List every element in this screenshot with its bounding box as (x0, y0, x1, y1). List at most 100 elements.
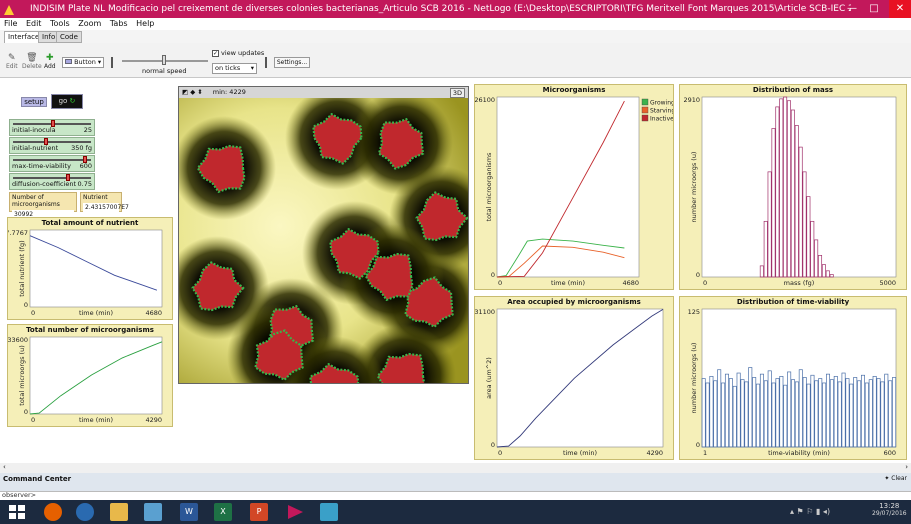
observer-prompt[interactable]: observer> (2, 491, 36, 499)
monitor-nutrient: Nutrient 2.43157007E7 (80, 192, 129, 212)
interface-toolbar: ✎ Edit 🗑 Delete ✚ Add Button ▾ normal speed… (0, 43, 911, 78)
command-input-row[interactable]: observer> (0, 491, 911, 500)
close-button[interactable]: ✕ (889, 0, 911, 18)
menu-tabs[interactable]: Tabs (110, 19, 128, 28)
slider-max-time-viability[interactable]: max-time-viability 600 (9, 155, 95, 172)
menu-edit[interactable]: Edit (26, 19, 42, 28)
settings-button[interactable]: Settings... (274, 57, 310, 68)
x-axis-label: time (min) (79, 309, 113, 317)
firefox-icon[interactable] (44, 503, 62, 521)
windows-start-icon[interactable] (8, 503, 26, 521)
view-updates-label: view updates (221, 49, 265, 57)
world-view[interactable]: ◩ ◆ ⬍ min: 4229 3D (178, 86, 469, 384)
legend-label: Starving (650, 108, 673, 115)
plot-area (29, 229, 163, 308)
maximize-button[interactable]: □ (863, 0, 885, 18)
plot-area (496, 308, 664, 448)
plot-distribution-time-viability: Distribution of time-viability 125 0 1 600 ti… (679, 296, 907, 460)
legend-swatch (641, 106, 649, 114)
update-mode-select[interactable]: on ticks ▾ (212, 63, 257, 74)
x-axis-label: mass (fg) (784, 279, 815, 287)
view-controls-icon[interactable]: ◩ ◆ ⬍ (182, 88, 203, 96)
y-min-label: 0 (491, 271, 495, 279)
x-max-label: 4290 (145, 416, 162, 424)
monitor-label: Number of microorganisms (12, 194, 60, 208)
tab-code[interactable]: Code (56, 31, 82, 43)
slider-initial-nutrient[interactable]: initial-nutrient 350 fg (9, 137, 95, 154)
world-canvas (179, 98, 468, 383)
x-max-label: 600 (884, 449, 896, 457)
menu-bar: File Edit Tools Zoom Tabs Help (0, 18, 911, 30)
horizontal-scrollbar[interactable]: ‹ › (0, 463, 911, 473)
word-icon[interactable]: W (180, 503, 198, 521)
plus-icon: ✚ (46, 53, 54, 63)
legend-swatch (641, 98, 649, 106)
plot-area-occupied: Area occupied by microorganisms 31100 0 0 42… (474, 296, 674, 460)
x-min-label: 0 (31, 309, 35, 317)
y-min-label: 0 (491, 441, 495, 449)
slider-track (13, 141, 91, 143)
toolbar-separator (265, 57, 267, 68)
y-axis-label: total nutrient (fg) (18, 240, 26, 296)
slider-track (13, 177, 91, 179)
file-explorer-icon[interactable] (110, 503, 128, 521)
speed-slider-handle[interactable] (162, 55, 166, 65)
clock[interactable]: 13:28 29/07/2016 (872, 502, 907, 517)
y-axis-label: total microorganisms (485, 152, 493, 221)
slider-label: diffusion-coefficient (12, 180, 77, 188)
toolbar-separator (111, 57, 113, 68)
y-max-label: 2910 (683, 96, 700, 104)
scroll-right-icon[interactable]: › (905, 463, 908, 471)
x-max-label: 4290 (646, 449, 663, 457)
x-min-label: 1 (703, 449, 707, 457)
speed-label: normal speed (142, 67, 187, 75)
plot-area (496, 96, 640, 278)
plot-canvas: 33600 00 4290 time (min) total microorgs (u) (8, 336, 163, 424)
media-icon[interactable] (286, 503, 304, 521)
powerpoint-icon[interactable]: P (250, 503, 268, 521)
x-axis-label: time (min) (563, 449, 597, 457)
plot-canvas: 7.7767 00 4680 time (min) total nutrient (fg… (8, 229, 163, 317)
browser-icon[interactable] (76, 503, 94, 521)
app-icon[interactable] (144, 503, 162, 521)
y-max-label: 33600 (8, 336, 28, 344)
view-updates-checkbox[interactable]: ✓ (212, 50, 219, 57)
menu-help[interactable]: Help (136, 19, 154, 28)
x-max-label: 4680 (145, 309, 162, 317)
minimize-button[interactable]: — (841, 0, 863, 18)
y-max-label: 26100 (475, 96, 495, 104)
menu-file[interactable]: File (4, 19, 17, 28)
menu-zoom[interactable]: Zoom (78, 19, 101, 28)
command-center-title: Command Center (3, 475, 72, 483)
windows-taskbar: W X P ▴ ⚑ ⚐ ▮ ◂) 13:28 29/07/2016 (0, 500, 911, 524)
legend-label: Inactive (650, 116, 673, 123)
plot-total-nutrient: Total amount of nutrient7.7767004680time… (7, 217, 173, 320)
slider-initial-inocula[interactable]: initial-inocula 25 (9, 119, 95, 136)
setup-button[interactable]: setup (21, 97, 47, 107)
y-max-label: 31100 (475, 308, 495, 316)
x-min-label: 0 (703, 279, 707, 287)
excel-icon[interactable]: X (214, 503, 232, 521)
plot-canvas: 2910 00 5000 mass (fg) number microorgs (u) (683, 96, 897, 287)
view-header: ◩ ◆ ⬍ min: 4229 3D (179, 87, 468, 98)
3d-view-button[interactable]: 3D (449, 88, 465, 98)
y-axis-label: area (um^2) (485, 357, 493, 399)
add-tool[interactable]: ✚ Add (44, 53, 56, 70)
x-axis-label: time-viability (min) (768, 449, 830, 457)
plot-microorganisms: Microorganisms 26100 0 0 4680 time (min) total… (474, 84, 674, 290)
ticks-label: min: 4229 (212, 88, 246, 96)
system-tray-icons[interactable]: ▴ ⚑ ⚐ ▮ ◂) (790, 507, 830, 516)
delete-tool[interactable]: 🗑 Delete (22, 53, 42, 70)
slider-diffusion-coefficient[interactable]: diffusion-coefficient 0.75 (9, 173, 95, 190)
trash-icon: 🗑 (26, 53, 38, 63)
edit-tool[interactable]: ✎ Edit (6, 53, 18, 70)
menu-tools[interactable]: Tools (50, 19, 70, 28)
netlogo-task-icon[interactable] (320, 503, 338, 521)
widget-type-select[interactable]: Button ▾ (62, 57, 104, 68)
slider-label: initial-inocula (12, 126, 56, 134)
x-min-label: 0 (31, 416, 35, 424)
go-button[interactable]: go ↻ (51, 94, 83, 109)
clear-button[interactable]: ✦ Clear (884, 475, 907, 482)
monitor-label: Nutrient (83, 194, 108, 201)
scroll-left-icon[interactable]: ‹ (3, 463, 6, 471)
